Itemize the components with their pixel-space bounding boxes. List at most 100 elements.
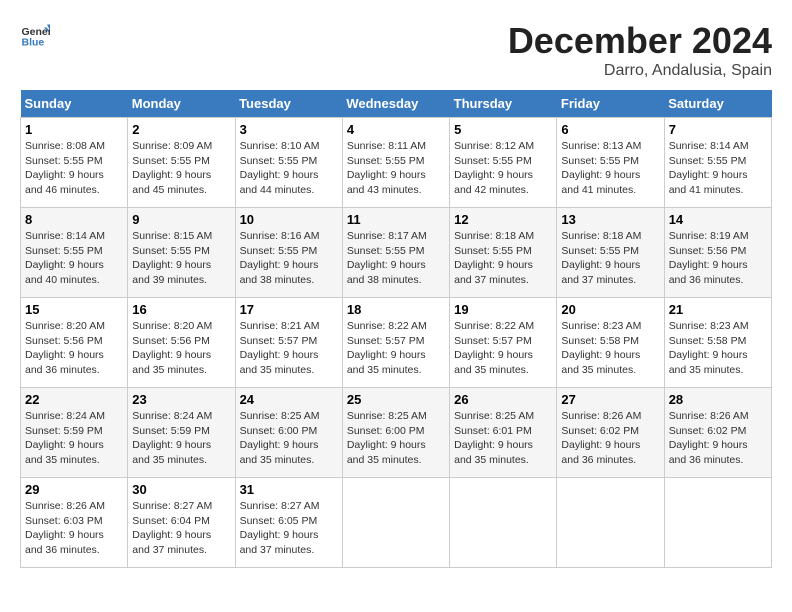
day-number: 31 <box>240 482 338 497</box>
day-number: 1 <box>25 122 123 137</box>
logo: General Blue <box>20 20 50 50</box>
week-row-2: 8 Sunrise: 8:14 AMSunset: 5:55 PMDaylight… <box>21 208 772 298</box>
location-subtitle: Darro, Andalusia, Spain <box>508 62 772 80</box>
day-info: Sunrise: 8:14 AMSunset: 5:55 PMDaylight:… <box>669 139 767 198</box>
calendar-cell: 17 Sunrise: 8:21 AMSunset: 5:57 PMDayligh… <box>235 298 342 388</box>
weekday-header-monday: Monday <box>128 90 235 118</box>
calendar-cell: 16Sunrise: 8:20 AMSunset: 5:56 PMDayligh… <box>128 298 235 388</box>
day-number: 17 <box>240 302 338 317</box>
calendar-cell <box>342 478 449 568</box>
weekday-header-thursday: Thursday <box>450 90 557 118</box>
day-info: Sunrise: 8:27 AMSunset: 6:04 PMDaylight:… <box>132 499 230 558</box>
day-number: 3 <box>240 122 338 137</box>
day-number: 24 <box>240 392 338 407</box>
weekday-header-tuesday: Tuesday <box>235 90 342 118</box>
calendar-cell: 18 Sunrise: 8:22 AMSunset: 5:57 PMDayligh… <box>342 298 449 388</box>
day-info: Sunrise: 8:22 AMSunset: 5:57 PMDaylight:… <box>347 319 445 378</box>
calendar-cell: 5 Sunrise: 8:12 AMSunset: 5:55 PMDaylight… <box>450 118 557 208</box>
day-number: 19 <box>454 302 552 317</box>
title-area: December 2024 Darro, Andalusia, Spain <box>508 20 772 80</box>
calendar-cell: 24 Sunrise: 8:25 AMSunset: 6:00 PMDayligh… <box>235 388 342 478</box>
day-number: 5 <box>454 122 552 137</box>
calendar-cell <box>664 478 771 568</box>
calendar-cell: 11 Sunrise: 8:17 AMSunset: 5:55 PMDayligh… <box>342 208 449 298</box>
page-header: General Blue December 2024 Darro, Andalu… <box>20 20 772 80</box>
day-number: 20 <box>561 302 659 317</box>
week-row-5: 29Sunrise: 8:26 AMSunset: 6:03 PMDayligh… <box>21 478 772 568</box>
calendar-cell: 31 Sunrise: 8:27 AMSunset: 6:05 PMDayligh… <box>235 478 342 568</box>
calendar-cell: 3 Sunrise: 8:10 AMSunset: 5:55 PMDaylight… <box>235 118 342 208</box>
weekday-header-saturday: Saturday <box>664 90 771 118</box>
day-info: Sunrise: 8:08 AMSunset: 5:55 PMDaylight:… <box>25 139 123 198</box>
calendar-cell: 7 Sunrise: 8:14 AMSunset: 5:55 PMDaylight… <box>664 118 771 208</box>
day-number: 7 <box>669 122 767 137</box>
calendar-cell <box>450 478 557 568</box>
calendar-cell: 10 Sunrise: 8:16 AMSunset: 5:55 PMDayligh… <box>235 208 342 298</box>
day-info: Sunrise: 8:23 AMSunset: 5:58 PMDaylight:… <box>561 319 659 378</box>
weekday-header-sunday: Sunday <box>21 90 128 118</box>
week-row-3: 15 Sunrise: 8:20 AMSunset: 5:56 PMDayligh… <box>21 298 772 388</box>
week-row-4: 22Sunrise: 8:24 AMSunset: 5:59 PMDayligh… <box>21 388 772 478</box>
day-info: Sunrise: 8:18 AMSunset: 5:55 PMDaylight:… <box>561 229 659 288</box>
day-number: 4 <box>347 122 445 137</box>
calendar-cell: 23Sunrise: 8:24 AMSunset: 5:59 PMDayligh… <box>128 388 235 478</box>
calendar-cell: 28Sunrise: 8:26 AMSunset: 6:02 PMDayligh… <box>664 388 771 478</box>
day-number: 21 <box>669 302 767 317</box>
calendar-cell <box>557 478 664 568</box>
week-row-1: 1 Sunrise: 8:08 AMSunset: 5:55 PMDaylight… <box>21 118 772 208</box>
day-number: 23 <box>132 392 230 407</box>
day-info: Sunrise: 8:25 AMSunset: 6:01 PMDaylight:… <box>454 409 552 468</box>
day-info: Sunrise: 8:21 AMSunset: 5:57 PMDaylight:… <box>240 319 338 378</box>
day-number: 10 <box>240 212 338 227</box>
day-number: 18 <box>347 302 445 317</box>
day-info: Sunrise: 8:20 AMSunset: 5:56 PMDaylight:… <box>132 319 230 378</box>
calendar-cell: 15Sunrise: 8:20 AMSunset: 5:56 PMDayligh… <box>21 298 128 388</box>
day-info: Sunrise: 8:13 AMSunset: 5:55 PMDaylight:… <box>561 139 659 198</box>
day-info: Sunrise: 8:17 AMSunset: 5:55 PMDaylight:… <box>347 229 445 288</box>
day-number: 28 <box>669 392 767 407</box>
calendar-cell: 30 Sunrise: 8:27 AMSunset: 6:04 PMDayligh… <box>128 478 235 568</box>
day-number: 26 <box>454 392 552 407</box>
day-info: Sunrise: 8:16 AMSunset: 5:55 PMDaylight:… <box>240 229 338 288</box>
weekday-header-friday: Friday <box>557 90 664 118</box>
calendar-cell: 14Sunrise: 8:19 AMSunset: 5:56 PMDayligh… <box>664 208 771 298</box>
logo-icon: General Blue <box>20 20 50 50</box>
calendar-cell: 19Sunrise: 8:22 AMSunset: 5:57 PMDayligh… <box>450 298 557 388</box>
calendar-cell: 21Sunrise: 8:23 AMSunset: 5:58 PMDayligh… <box>664 298 771 388</box>
svg-text:Blue: Blue <box>22 37 45 49</box>
calendar-cell: 27Sunrise: 8:26 AMSunset: 6:02 PMDayligh… <box>557 388 664 478</box>
day-info: Sunrise: 8:10 AMSunset: 5:55 PMDaylight:… <box>240 139 338 198</box>
day-info: Sunrise: 8:12 AMSunset: 5:55 PMDaylight:… <box>454 139 552 198</box>
day-info: Sunrise: 8:11 AMSunset: 5:55 PMDaylight:… <box>347 139 445 198</box>
day-info: Sunrise: 8:27 AMSunset: 6:05 PMDaylight:… <box>240 499 338 558</box>
calendar-cell: 26 Sunrise: 8:25 AMSunset: 6:01 PMDayligh… <box>450 388 557 478</box>
day-number: 8 <box>25 212 123 227</box>
calendar-cell: 4 Sunrise: 8:11 AMSunset: 5:55 PMDaylight… <box>342 118 449 208</box>
day-number: 11 <box>347 212 445 227</box>
day-info: Sunrise: 8:25 AMSunset: 6:00 PMDaylight:… <box>240 409 338 468</box>
weekday-header-row: SundayMondayTuesdayWednesdayThursdayFrid… <box>21 90 772 118</box>
day-info: Sunrise: 8:26 AMSunset: 6:03 PMDaylight:… <box>25 499 123 558</box>
calendar-cell: 22Sunrise: 8:24 AMSunset: 5:59 PMDayligh… <box>21 388 128 478</box>
day-number: 22 <box>25 392 123 407</box>
day-info: Sunrise: 8:26 AMSunset: 6:02 PMDaylight:… <box>561 409 659 468</box>
calendar-table: SundayMondayTuesdayWednesdayThursdayFrid… <box>20 90 772 568</box>
weekday-header-wednesday: Wednesday <box>342 90 449 118</box>
day-number: 14 <box>669 212 767 227</box>
day-number: 9 <box>132 212 230 227</box>
day-number: 12 <box>454 212 552 227</box>
calendar-cell: 8 Sunrise: 8:14 AMSunset: 5:55 PMDaylight… <box>21 208 128 298</box>
day-number: 6 <box>561 122 659 137</box>
day-info: Sunrise: 8:14 AMSunset: 5:55 PMDaylight:… <box>25 229 123 288</box>
day-number: 2 <box>132 122 230 137</box>
day-number: 30 <box>132 482 230 497</box>
calendar-cell: 9Sunrise: 8:15 AMSunset: 5:55 PMDaylight… <box>128 208 235 298</box>
calendar-cell: 20 Sunrise: 8:23 AMSunset: 5:58 PMDayligh… <box>557 298 664 388</box>
calendar-cell: 1 Sunrise: 8:08 AMSunset: 5:55 PMDaylight… <box>21 118 128 208</box>
day-number: 25 <box>347 392 445 407</box>
calendar-cell: 29Sunrise: 8:26 AMSunset: 6:03 PMDayligh… <box>21 478 128 568</box>
day-number: 15 <box>25 302 123 317</box>
calendar-cell: 6 Sunrise: 8:13 AMSunset: 5:55 PMDaylight… <box>557 118 664 208</box>
day-number: 13 <box>561 212 659 227</box>
calendar-cell: 2Sunrise: 8:09 AMSunset: 5:55 PMDaylight… <box>128 118 235 208</box>
